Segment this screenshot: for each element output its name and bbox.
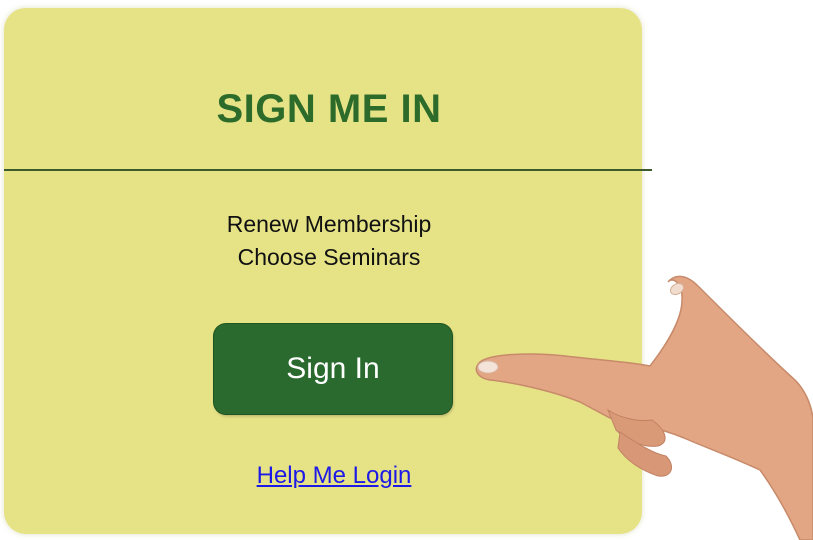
feature-list: Renew Membership Choose Seminars bbox=[4, 208, 654, 274]
panel-title: SIGN ME IN bbox=[216, 87, 442, 131]
title-divider bbox=[4, 169, 652, 171]
sign-in-button[interactable]: Sign In bbox=[214, 324, 452, 414]
pointing-hand-icon bbox=[475, 275, 813, 540]
feature-renew-membership: Renew Membership bbox=[226, 211, 432, 237]
